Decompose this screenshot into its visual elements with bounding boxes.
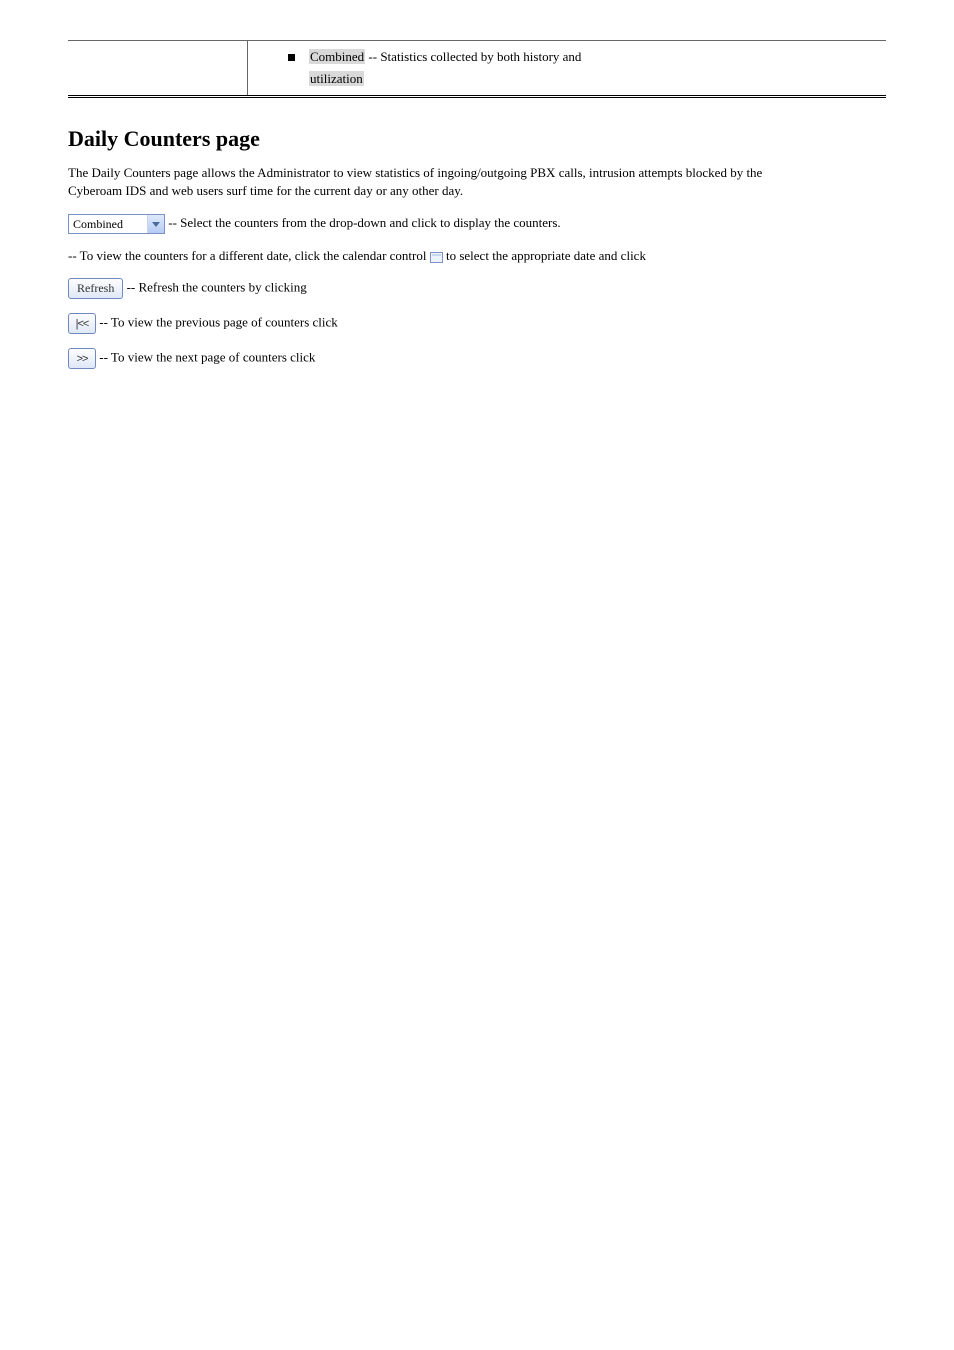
- next-button-label: >>: [77, 353, 88, 365]
- prev-button-label: |<<: [76, 318, 89, 330]
- control-row-dropdown: Combined -- Select the counters from the…: [68, 214, 886, 234]
- dropdown-value: Combined: [69, 215, 147, 233]
- dropdown-arrow-button[interactable]: [147, 215, 164, 233]
- control-desc: -- To view the next page of counters cli…: [99, 350, 315, 365]
- bullet-term: Combined: [309, 49, 365, 64]
- table-cell-right: Combined -- Statistics collected by both…: [248, 41, 886, 95]
- control-desc-suffix: to select the appropriate date and click: [446, 248, 646, 263]
- control-desc: -- Refresh the counters by clicking: [127, 280, 307, 295]
- control-row-refresh: Refresh -- Refresh the counters by click…: [68, 278, 886, 299]
- chevron-down-icon: [152, 222, 160, 227]
- table-row: Combined -- Statistics collected by both…: [68, 40, 886, 98]
- section-heading: Daily Counters page: [68, 126, 886, 152]
- counters-dropdown[interactable]: Combined: [68, 214, 165, 234]
- control-row-prev: |<< -- To view the previous page of coun…: [68, 313, 886, 334]
- next-page-button[interactable]: >>: [68, 348, 96, 369]
- bullet-sub-term: utilization: [309, 71, 364, 86]
- prev-page-button[interactable]: |<<: [68, 313, 96, 334]
- control-desc: -- To view the counters for a different …: [68, 248, 426, 263]
- refresh-button-label: Refresh: [77, 281, 114, 296]
- table-cell-left: [68, 41, 248, 95]
- control-desc: -- Select the counters from the drop-dow…: [168, 215, 437, 230]
- control-row-date: -- To view the counters for a different …: [68, 248, 886, 264]
- calendar-icon[interactable]: [430, 252, 443, 263]
- control-desc: -- To view the previous page of counters…: [99, 315, 338, 330]
- control-desc-suffix: to display the counters.: [440, 215, 561, 230]
- refresh-button[interactable]: Refresh: [68, 278, 123, 299]
- bullet-description: -- Statistics collected by both history …: [368, 49, 581, 64]
- square-bullet-icon: [288, 54, 295, 61]
- control-row-next: >> -- To view the next page of counters …: [68, 348, 886, 369]
- intro-paragraph: The Daily Counters page allows the Admin…: [68, 164, 768, 200]
